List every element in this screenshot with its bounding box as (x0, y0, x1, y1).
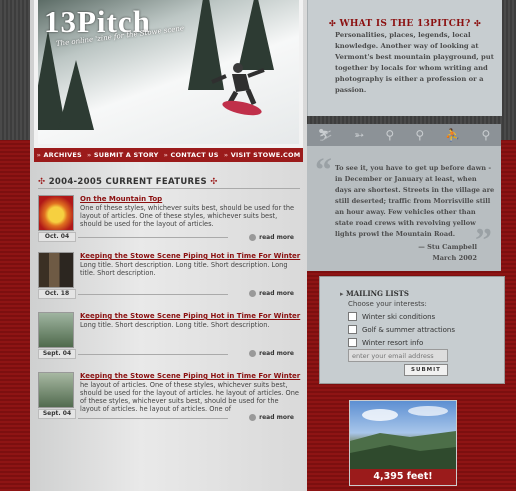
checkbox[interactable] (348, 325, 357, 334)
hiker-icon: ⛹ (445, 128, 461, 142)
article-thumbnail[interactable] (38, 312, 74, 348)
divider (78, 418, 228, 419)
article-summary: Long title. Short description. Long titl… (80, 321, 270, 329)
star-icon: ✣ (473, 18, 481, 28)
article-title-link[interactable]: Keeping the Stowe Scene Piping Hot in Ti… (80, 312, 300, 320)
article-title-link[interactable]: Keeping the Stowe Scene Piping Hot in Ti… (80, 372, 300, 380)
submit-button[interactable]: SUBMIT (404, 364, 448, 376)
article-title-link[interactable]: On the Mountain Top (80, 195, 162, 203)
divider (78, 354, 228, 355)
article-title-link[interactable]: Keeping the Stowe Scene Piping Hot in Ti… (80, 252, 300, 260)
read-more-link[interactable]: read more (249, 414, 294, 421)
close-quote-icon: ” (475, 222, 492, 259)
divider (78, 294, 228, 295)
read-more-link[interactable]: read more (249, 234, 294, 241)
quote-box: “ To see it, you have to get up before d… (307, 146, 501, 271)
tree-graphic (58, 60, 94, 130)
article-thumbnail[interactable] (38, 252, 74, 288)
star-icon: ✣ (328, 18, 336, 28)
option-label: Golf & summer attractions (362, 325, 456, 334)
nav-visit-stowe[interactable]: VISIT STOWE.COM (224, 151, 301, 159)
bicycle-icon: ⚲ (481, 128, 491, 142)
quote-author: — Stu Campbell (418, 243, 477, 251)
option-label: Winter ski conditions (362, 312, 436, 321)
quote-date: March 2002 (432, 254, 477, 262)
about-heading-text: WHAT IS THE 13PITCH? (339, 19, 471, 29)
nav-archives[interactable]: ARCHIVES (37, 151, 82, 159)
about-heading: ✣ WHAT IS THE 13PITCH? ✣ (308, 18, 502, 29)
about-box: ✣ WHAT IS THE 13PITCH? ✣ Personalities, … (307, 0, 502, 116)
bicycle-icon: ⚲ (385, 128, 395, 142)
mountain-promo[interactable]: 4,395 feet! (349, 400, 457, 486)
quote-attribution: — Stu Campbell March 2002 (418, 242, 477, 264)
mailing-subtitle: Choose your interests: (348, 300, 427, 308)
hero-frame: 13Pitch The online 'zine for the Stowe s… (34, 0, 303, 148)
mountain-caption: 4,395 feet! (350, 469, 456, 485)
option-label: Winter resort info (362, 338, 424, 347)
open-quote-icon: “ (315, 152, 332, 189)
fish-icon: ➳ (354, 128, 365, 142)
article-date: Oct. 18 (38, 289, 76, 299)
main-nav: ARCHIVES SUBMIT A STORY CONTACT US VISIT… (34, 148, 303, 162)
article-summary: he layout of articles. One of these styl… (80, 381, 299, 413)
bicycle-icon: ⚲ (415, 128, 425, 142)
snowboarder-graphic (211, 63, 265, 116)
article-thumbnail[interactable] (38, 195, 74, 231)
read-more-link[interactable]: read more (249, 290, 294, 297)
checkbox[interactable] (348, 338, 357, 347)
skier-icon: ⛷ (317, 128, 333, 142)
right-column: ✣ WHAT IS THE 13PITCH? ✣ Personalities, … (307, 0, 516, 491)
mailing-title: MAILING LISTS (340, 289, 409, 298)
divider (78, 237, 228, 238)
nav-submit-story[interactable]: SUBMIT A STORY (87, 151, 158, 159)
hero-photo: 13Pitch The online 'zine for the Stowe s… (38, 0, 299, 144)
article-date: Sept. 04 (38, 349, 76, 359)
option-golf-summer[interactable]: Golf & summer attractions (348, 325, 455, 334)
option-resort-info[interactable]: Winter resort info (348, 338, 423, 347)
activity-icons-strip: ⛷ ➳ ⚲ ⚲ ⛹ ⚲ (307, 124, 501, 146)
article-date: Sept. 04 (38, 409, 76, 419)
read-more-link[interactable]: read more (249, 350, 294, 357)
mountain-photo (350, 406, 456, 469)
star-icon: ✣ (38, 177, 46, 187)
about-text: Personalities, places, legends, local kn… (335, 31, 494, 94)
article-summary: Long title. Short description. Long titl… (80, 261, 288, 277)
option-ski-conditions[interactable]: Winter ski conditions (348, 312, 435, 321)
star-icon: ✣ (210, 177, 218, 187)
checkbox[interactable] (348, 312, 357, 321)
left-column: 13Pitch The online 'zine for the Stowe s… (30, 0, 307, 491)
article-thumbnail[interactable] (38, 372, 74, 408)
quote-text: To see it, you have to get up before daw… (335, 164, 495, 238)
nav-contact-us[interactable]: CONTACT US (164, 151, 219, 159)
features-heading-text: 2004-2005 CURRENT FEATURES (48, 177, 207, 187)
features-heading: ✣ 2004-2005 CURRENT FEATURES ✣ (38, 177, 218, 187)
article-summary: One of these styles, whichever suits bes… (80, 204, 295, 228)
mailing-list-box: MAILING LISTS Choose your interests: Win… (319, 276, 505, 384)
divider (38, 188, 300, 189)
article-date: Oct. 04 (38, 232, 76, 242)
email-input[interactable] (348, 349, 448, 362)
